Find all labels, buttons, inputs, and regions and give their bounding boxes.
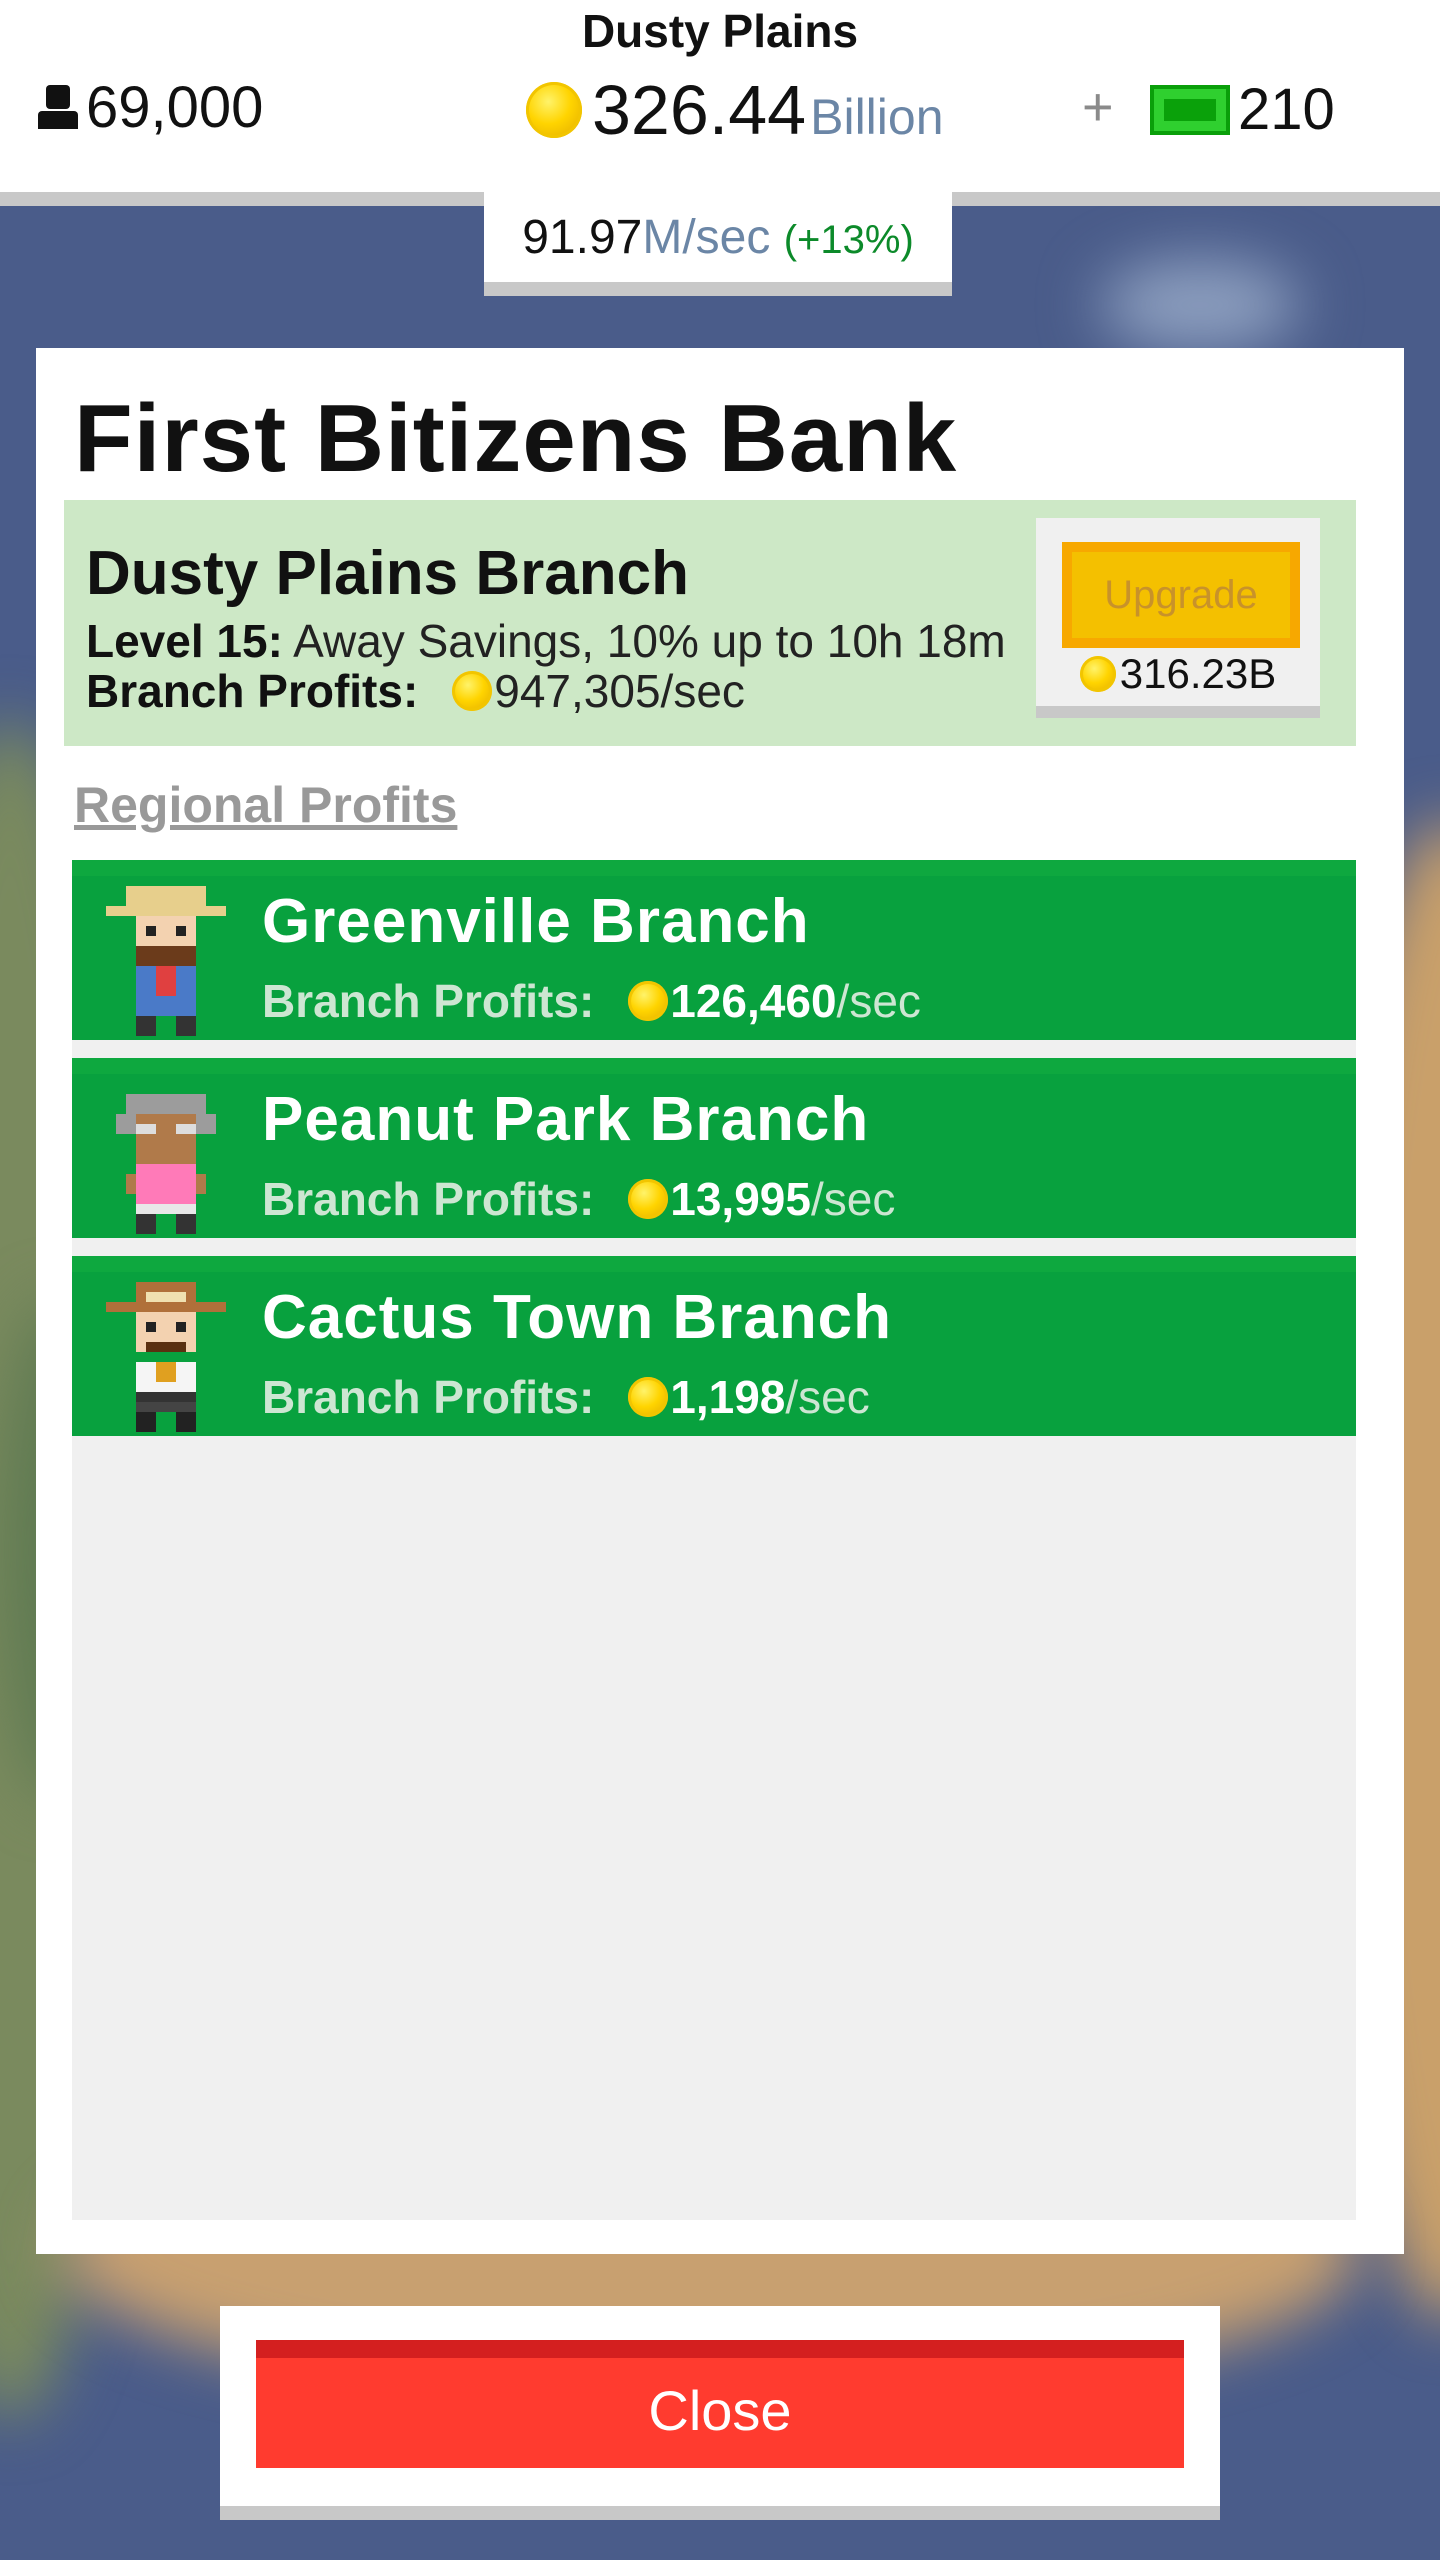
regional-branch-row[interactable]: Cactus Town Branch Branch Profits: 1,198… bbox=[72, 1256, 1356, 1436]
branch-level: Level 15: Away Savings, 10% up to 10h 18… bbox=[86, 614, 1006, 668]
regional-branch-name: Cactus Town Branch bbox=[262, 1283, 893, 1352]
regional-branch-profits: Branch Profits: 1,198/sec bbox=[262, 1370, 870, 1424]
coin-icon bbox=[452, 671, 493, 711]
branch-profits: Branch Profits: 947,305/sec bbox=[86, 664, 745, 718]
coins-value: 326.44 bbox=[592, 71, 807, 149]
top-hud: Dusty Plains 69,000 326.44 Billion + 210 bbox=[0, 0, 1440, 206]
population-value: 69,000 bbox=[86, 75, 264, 140]
regional-branch-row[interactable]: Peanut Park Branch Branch Profits: 13,99… bbox=[72, 1058, 1356, 1238]
bank-modal: First Bitizens Bank Dusty Plains Branch … bbox=[36, 348, 1404, 2254]
current-branch-panel: Dusty Plains Branch Level 15: Away Savin… bbox=[64, 500, 1356, 746]
population-icon bbox=[38, 84, 78, 131]
regional-profits-unit: /sec bbox=[810, 1173, 896, 1225]
close-button[interactable]: Close bbox=[256, 2340, 1184, 2468]
upgrade-cost-value: 316.23B bbox=[1119, 650, 1277, 697]
regional-profits-unit: /sec bbox=[785, 1371, 870, 1423]
branch-level-label: Level 15: bbox=[86, 615, 283, 667]
coins-unit: Billion bbox=[810, 89, 944, 145]
coin-icon bbox=[628, 1377, 669, 1417]
rate-value: 91.97 bbox=[522, 211, 643, 264]
regional-profits-label: Branch Profits: bbox=[262, 1173, 595, 1225]
upgrade-panel: Upgrade 316.23B bbox=[1036, 518, 1320, 718]
grandma-avatar-icon bbox=[116, 1094, 216, 1234]
coins-counter: 326.44 Billion bbox=[526, 70, 944, 150]
regional-profits-value: 13,995 bbox=[670, 1173, 811, 1225]
rate-bonus: (+13%) bbox=[783, 218, 914, 262]
bux-value: 210 bbox=[1238, 77, 1335, 142]
modal-title: First Bitizens Bank bbox=[74, 385, 958, 492]
regional-profits-unit: /sec bbox=[836, 975, 921, 1027]
branch-level-text: Away Savings, 10% up to 10h 18m bbox=[293, 615, 1006, 667]
regional-branch-profits: Branch Profits: 126,460/sec bbox=[262, 974, 921, 1028]
close-panel: Close bbox=[220, 2306, 1220, 2520]
regional-profits-value: 126,460 bbox=[670, 975, 837, 1027]
regional-branch-row[interactable]: Greenville Branch Branch Profits: 126,46… bbox=[72, 860, 1356, 1040]
location-title: Dusty Plains bbox=[581, 5, 859, 57]
regional-profits-label: Branch Profits: bbox=[262, 1371, 595, 1423]
buy-bux-plus-icon[interactable]: + bbox=[1082, 76, 1114, 138]
coin-icon bbox=[1079, 656, 1116, 692]
regional-branch-profits: Branch Profits: 13,995/sec bbox=[262, 1172, 895, 1226]
coin-icon bbox=[526, 82, 582, 138]
farmer-avatar-icon bbox=[106, 886, 226, 1036]
upgrade-button[interactable]: Upgrade bbox=[1062, 542, 1300, 648]
branch-name: Dusty Plains Branch bbox=[86, 539, 689, 608]
regional-branch-name: Peanut Park Branch bbox=[262, 1085, 870, 1154]
coin-icon bbox=[628, 981, 669, 1021]
bux-counter[interactable]: 210 bbox=[1150, 76, 1335, 143]
income-rate-tab: 91.97M/sec (+13%) bbox=[484, 192, 952, 296]
branch-profits-label: Branch Profits: bbox=[86, 665, 419, 717]
population-counter: 69,000 bbox=[38, 74, 263, 141]
rate-unit: M/sec bbox=[642, 211, 771, 264]
regional-profits-heading: Regional Profits bbox=[74, 777, 458, 833]
bux-icon bbox=[1150, 84, 1230, 135]
upgrade-cost: 316.23B bbox=[1036, 650, 1320, 698]
coin-icon bbox=[628, 1179, 669, 1219]
regional-profits-label: Branch Profits: bbox=[262, 975, 595, 1027]
branch-profits-value: 947,305/sec bbox=[494, 665, 745, 717]
regional-branch-list[interactable]: Greenville Branch Branch Profits: 126,46… bbox=[72, 860, 1356, 2220]
regional-profits-value: 1,198 bbox=[670, 1371, 786, 1423]
cowboy-avatar-icon bbox=[106, 1282, 226, 1432]
regional-branch-name: Greenville Branch bbox=[262, 887, 810, 956]
